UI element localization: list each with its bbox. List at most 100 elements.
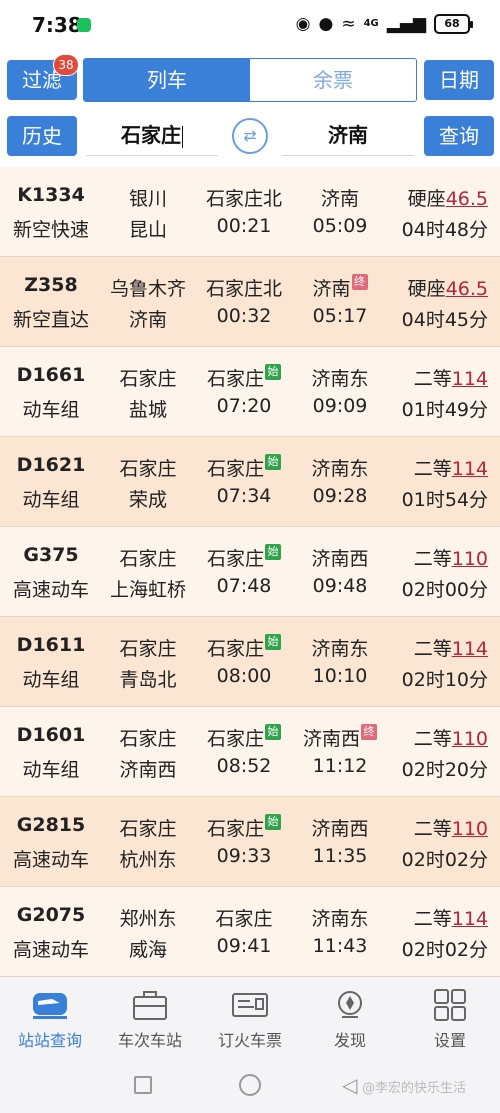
terminal-station: 威海 <box>128 939 167 961</box>
train-row[interactable]: D1661 动车组 石家庄 盐城 石家庄始 07:20 济南东 09:09 二等114 01时49… <box>0 347 500 437</box>
system-navigation-bar: ◁ @李宏的快乐生活 <box>0 1055 500 1113</box>
departure-time: 07:48 <box>216 575 272 597</box>
terminal-station: 济南西 <box>119 759 177 781</box>
departure-station: 石家庄北 <box>194 184 294 211</box>
arrival-station: 济南西 <box>290 814 390 841</box>
train-row[interactable]: K1334 新空快速 银川 昆山 石家庄北 00:21 济南 05:09 硬座46.5 04时48… <box>0 167 500 257</box>
arrival-station: 济南东 <box>290 904 390 931</box>
watermark: @李宏的快乐生活 <box>362 1081 467 1096</box>
history-button[interactable]: 历史 <box>7 116 77 156</box>
date-button[interactable]: 日期 <box>424 60 494 100</box>
train-row[interactable]: Z358 新空直达 乌鲁木齐 济南 石家庄北 00:32 济南终 05:17 硬座46.5 04时… <box>0 257 500 347</box>
train-list: K1334 新空快速 银川 昆山 石家庄北 00:21 济南 05:09 硬座46.5 04时48… <box>0 167 500 977</box>
train-code: G375 <box>23 544 79 566</box>
train-row[interactable]: G375 高速动车 石家庄 上海虹桥 石家庄始 07:48 济南西 09:48 二等110 02时… <box>0 527 500 617</box>
departure-station-name: 石家庄 <box>206 818 264 840</box>
nav-label: 发现 <box>333 1031 366 1050</box>
departure-station: 石家庄始 <box>194 454 294 481</box>
tab-trains[interactable]: 列车 <box>84 59 250 101</box>
train-type: 高速动车 <box>12 579 89 601</box>
to-station-input[interactable]: 济南 <box>282 114 414 156</box>
terminal-station: 上海虹桥 <box>109 579 186 601</box>
departure-station: 石家庄始 <box>194 724 294 751</box>
travel-duration: 02时20分 <box>401 759 488 781</box>
origin-station: 石家庄 <box>119 368 177 390</box>
arrival-time: 05:09 <box>312 215 368 237</box>
terminal-station: 青岛北 <box>119 669 177 691</box>
ticket-price[interactable]: 110 <box>452 818 488 840</box>
departure-time: 07:34 <box>216 485 272 507</box>
departure-station: 石家庄始 <box>194 814 294 841</box>
travel-duration: 01时49分 <box>401 399 488 421</box>
network-type: 4G <box>363 18 379 29</box>
terminal-station-tag: 终 <box>351 274 368 290</box>
wifi-icon: ≈ <box>341 14 356 34</box>
ticket-price[interactable]: 114 <box>452 638 488 660</box>
arrival-time: 11:12 <box>312 755 368 777</box>
nav-item-2[interactable]: 订火车票 <box>200 977 300 1055</box>
train-row[interactable]: D1621 动车组 石家庄 荣成 石家庄始 07:34 济南东 09:28 二等114 01时54… <box>0 437 500 527</box>
terminal-station: 杭州东 <box>119 849 177 871</box>
recent-apps-icon[interactable] <box>134 1076 152 1094</box>
departure-station-name: 石家庄 <box>206 728 264 750</box>
arrival-station-name: 济南西 <box>302 728 360 750</box>
train-code: G2075 <box>16 904 86 926</box>
status-icons: ◉ ● ≈ 4G ▂▄▆ 68 <box>296 12 473 36</box>
mode-tabs: 列车 余票 <box>83 58 417 102</box>
travel-duration: 01时54分 <box>401 489 488 511</box>
train-code: D1661 <box>16 364 86 386</box>
departure-station: 石家庄北 <box>194 274 294 301</box>
train-row[interactable]: D1601 动车组 石家庄 济南西 石家庄始 08:52 济南西终 11:12 二等110 02时… <box>0 707 500 797</box>
arrival-time: 09:48 <box>312 575 368 597</box>
from-station-input[interactable]: 石家庄 <box>86 114 218 156</box>
train-type: 动车组 <box>22 669 80 691</box>
arrival-station-name: 济南东 <box>311 368 369 390</box>
ticket-price[interactable]: 46.5 <box>446 188 488 210</box>
train-row[interactable]: G2075 高速动车 郑州东 威海 石家庄 09:41 济南东 11:43 二等114 02时02… <box>0 887 500 977</box>
tab-remaining-tickets[interactable]: 余票 <box>250 59 416 101</box>
ticket-price[interactable]: 110 <box>452 728 488 750</box>
back-icon[interactable]: ◁ <box>342 1073 357 1097</box>
home-icon[interactable] <box>239 1074 261 1096</box>
arrival-time: 10:10 <box>312 665 368 687</box>
nav-item-4[interactable]: 设置 <box>400 977 500 1055</box>
ticket-price[interactable]: 114 <box>452 368 488 390</box>
seat-price: 硬座46.5 <box>392 274 496 301</box>
train-code: G2815 <box>16 814 86 836</box>
train-type: 动车组 <box>22 759 80 781</box>
arrival-station-name: 济南东 <box>311 638 369 660</box>
ticket-price[interactable]: 114 <box>452 458 488 480</box>
suitcase-icon <box>130 989 170 1021</box>
origin-station: 石家庄 <box>119 548 177 570</box>
ticket-price[interactable]: 110 <box>452 548 488 570</box>
wechat-notification-icon <box>77 18 91 32</box>
origin-station-tag: 始 <box>265 364 281 380</box>
battery-icon: 68 <box>434 14 473 34</box>
arrival-time: 09:28 <box>312 485 368 507</box>
seat-class: 二等 <box>413 458 452 480</box>
seat-price: 二等110 <box>392 814 496 841</box>
ticket-price[interactable]: 46.5 <box>446 278 488 300</box>
query-button[interactable]: 查询 <box>424 116 494 156</box>
train-type: 高速动车 <box>12 939 89 961</box>
terminal-station: 盐城 <box>128 399 167 421</box>
grid-icon <box>430 989 470 1021</box>
train-row[interactable]: G2815 高速动车 石家庄 杭州东 石家庄始 09:33 济南西 11:35 二等110 02时… <box>0 797 500 887</box>
train-code: D1621 <box>16 454 86 476</box>
nav-item-0[interactable]: 站站查询 <box>0 977 100 1055</box>
nav-label: 订火车票 <box>217 1031 282 1050</box>
origin-station: 石家庄 <box>119 818 177 840</box>
arrival-time: 05:17 <box>312 305 368 327</box>
swap-stations-icon[interactable]: ⇄ <box>232 118 268 154</box>
nav-label: 站站查询 <box>17 1031 82 1050</box>
ticket-price[interactable]: 114 <box>452 908 488 930</box>
train-row[interactable]: D1611 动车组 石家庄 青岛北 石家庄始 08:00 济南东 10:10 二等114 02时1… <box>0 617 500 707</box>
train-code: Z358 <box>24 274 78 296</box>
filter-count-badge: 38 <box>53 54 79 76</box>
departure-station-name: 石家庄 <box>215 908 273 930</box>
seat-price: 硬座46.5 <box>392 184 496 211</box>
nav-item-1[interactable]: 车次车站 <box>100 977 200 1055</box>
nav-item-3[interactable]: 发现 <box>300 977 400 1055</box>
seat-price: 二等114 <box>392 634 496 661</box>
travel-duration: 02时10分 <box>401 669 488 691</box>
